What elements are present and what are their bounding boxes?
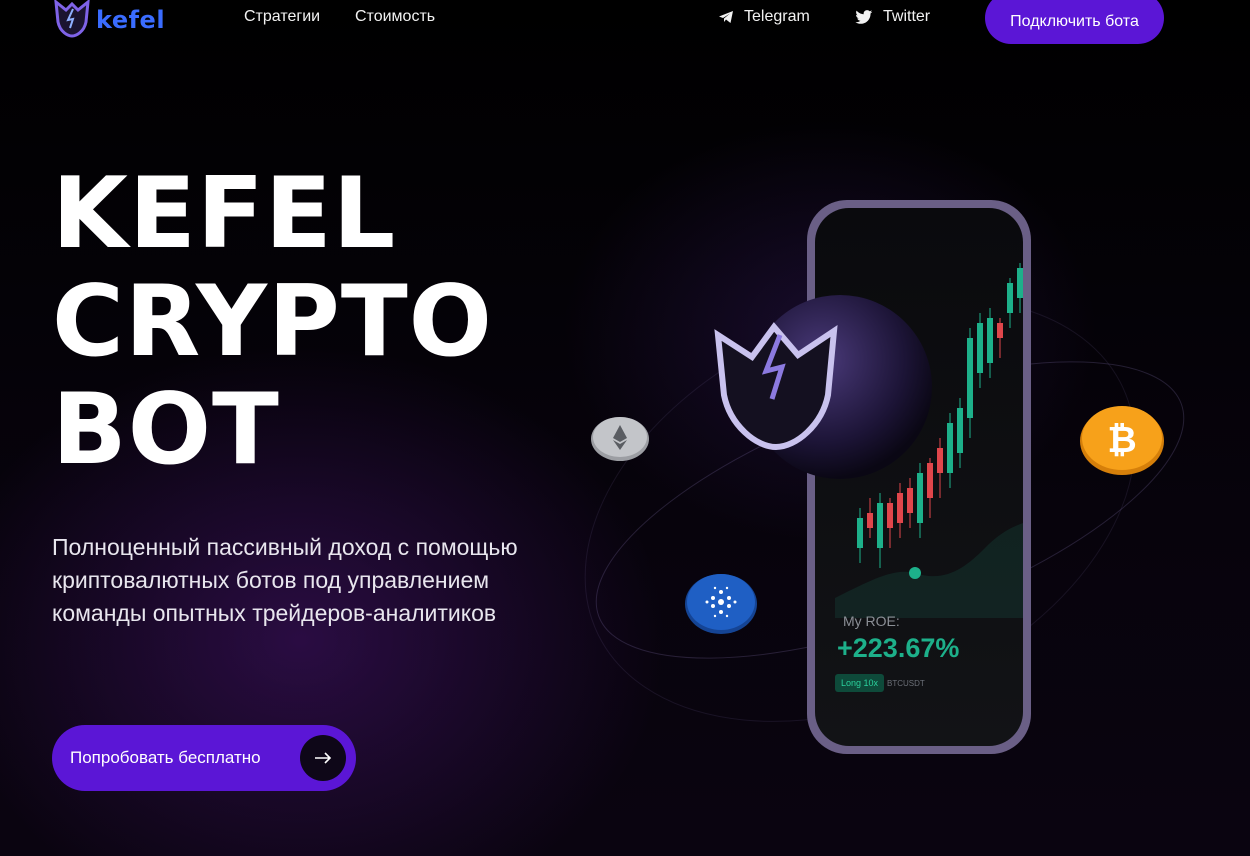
brand-logo[interactable]: kefel <box>52 0 165 38</box>
trading-pair: BTCUSDT <box>887 679 925 688</box>
hero-title-line-1: KEFEL <box>52 157 397 271</box>
arrow-right-icon <box>300 735 346 781</box>
telegram-label: Telegram <box>744 8 810 25</box>
connect-bot-button[interactable]: Подключить бота <box>985 0 1164 44</box>
telegram-link[interactable]: Telegram <box>718 8 810 26</box>
try-free-label: Попробовать бесплатно <box>70 748 261 767</box>
kefel-mascot-sphere-icon <box>714 295 932 479</box>
hero-subtitle: Полноценный пассивный доход с помощью кр… <box>52 534 518 626</box>
hero-title: KEFEL CRYPTO BOT <box>52 160 493 484</box>
hero-illustration: My ROE: +223.67% Long 10x BTCUSDT ₿ <box>560 180 1250 780</box>
svg-text:₿: ₿ <box>1107 420 1136 461</box>
try-free-button[interactable]: Попробовать бесплатно <box>52 725 356 791</box>
kefel-logo-icon <box>54 0 90 38</box>
roe-value: +223.67% <box>837 633 960 663</box>
telegram-icon <box>719 11 733 23</box>
twitter-label: Twitter <box>883 8 931 25</box>
bitcoin-coin-icon: ₿ <box>1080 406 1164 475</box>
nav-strategies[interactable]: Стратегии <box>244 8 320 26</box>
twitter-icon <box>855 9 873 24</box>
twitter-link[interactable]: Twitter <box>855 8 930 26</box>
position-tag: Long 10x <box>835 674 885 692</box>
roe-label: My ROE: <box>843 613 900 629</box>
brand-name: kefel <box>96 6 166 34</box>
nav-pricing[interactable]: Стоимость <box>355 8 435 26</box>
site-header: kefel Стратегии Стоимость Telegram Twitt… <box>0 0 1250 44</box>
hero-title-line-3: BOT <box>52 373 280 487</box>
cardano-coin-icon <box>685 574 757 634</box>
ethereum-coin-icon <box>591 417 649 461</box>
hero-title-line-2: CRYPTO <box>52 265 493 379</box>
